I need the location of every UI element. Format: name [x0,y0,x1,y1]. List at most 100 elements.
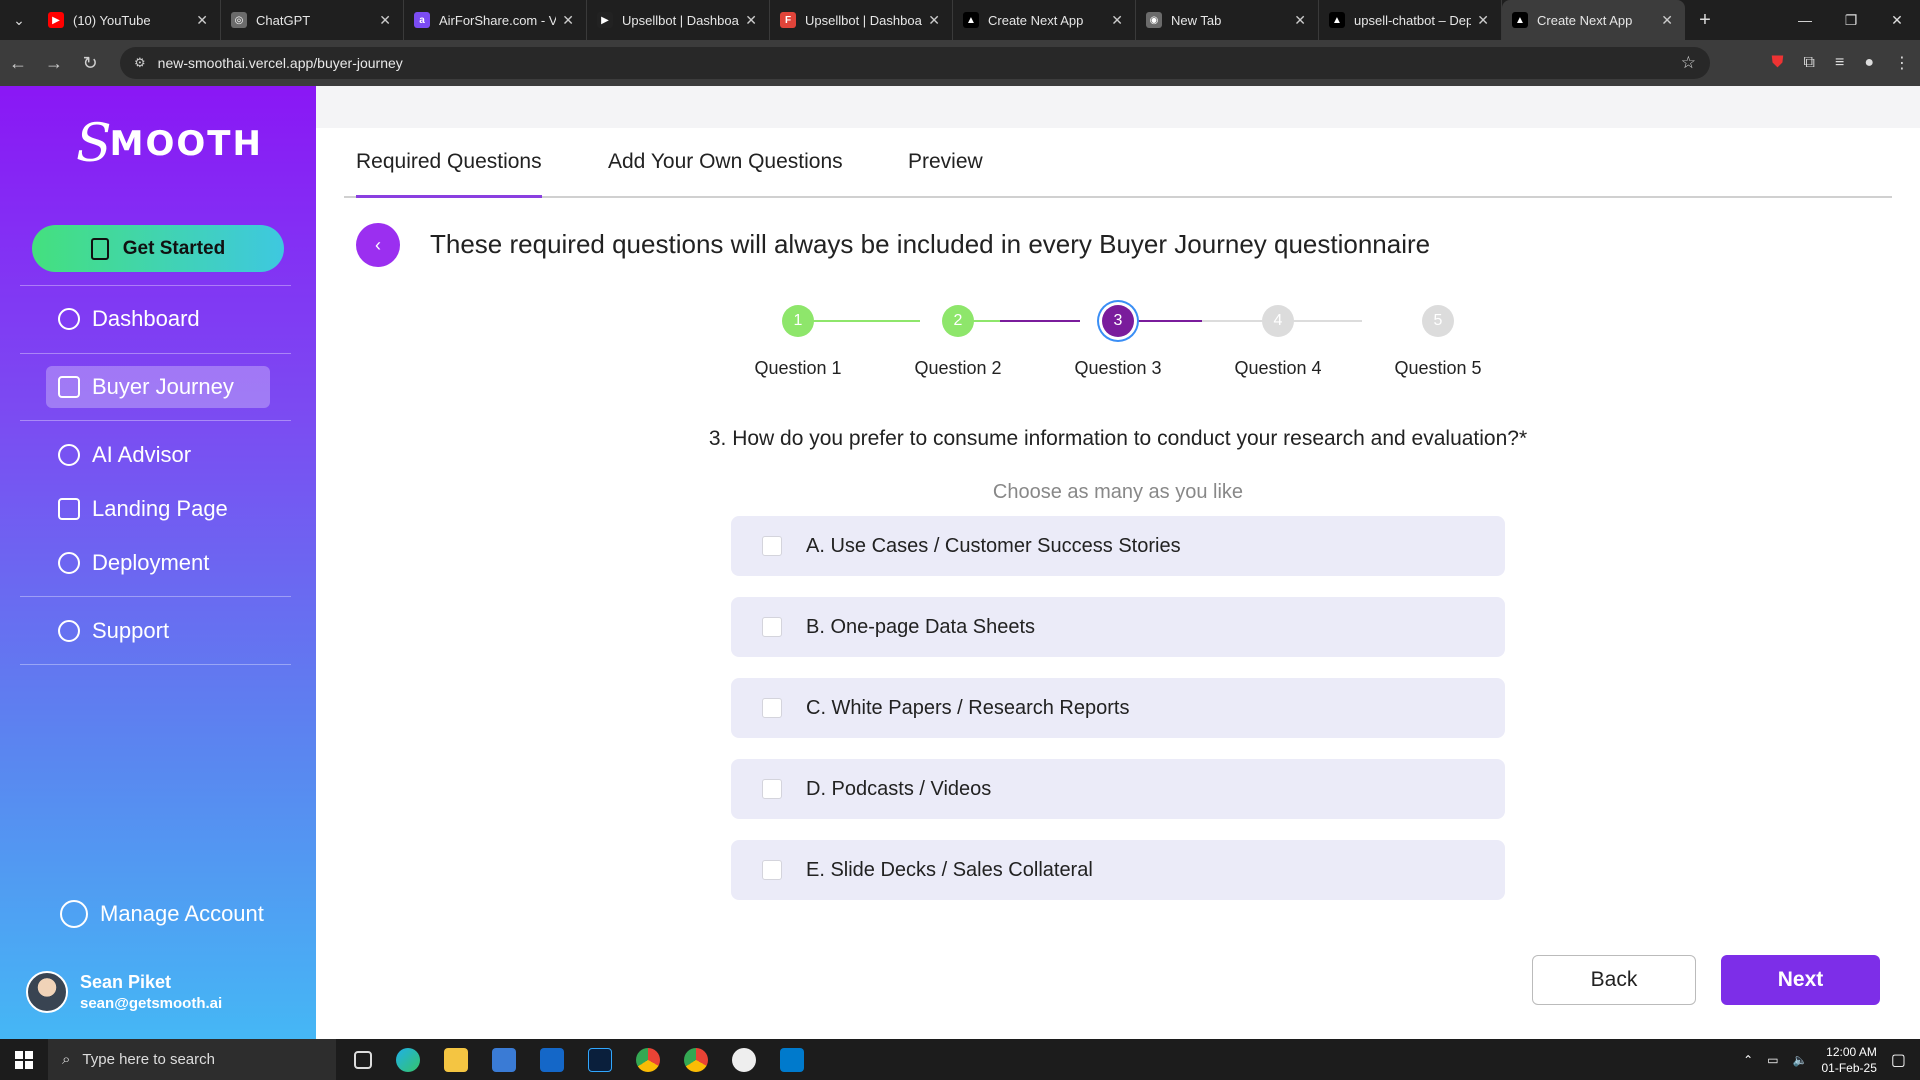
volume-icon[interactable]: 🔈 [1793,1053,1808,1067]
taskbar-search[interactable]: ⌕ Type here to search [48,1039,336,1080]
get-started-button[interactable]: Get Started [32,225,284,272]
store-icon[interactable] [492,1047,516,1072]
vscode-icon[interactable] [780,1047,804,1072]
new-tab-button[interactable]: + [1685,9,1725,32]
clock[interactable]: 12:00 AM 01-Feb-25 [1822,1044,1877,1076]
close-icon[interactable]: ✕ [1111,12,1123,29]
step-3[interactable]: 3 [1102,305,1134,337]
document-icon [90,237,109,260]
back-button[interactable]: Back [1532,955,1696,1005]
manage-account-link[interactable]: Manage Account [60,900,264,928]
url-bar[interactable]: ⚙ new-smoothai.vercel.app/buyer-journey … [120,47,1710,79]
browser-tab-active[interactable]: ▲ Create Next App ✕ [1502,0,1685,40]
checkbox[interactable] [762,779,782,799]
step-label: Question 5 [1394,358,1482,378]
handshake-icon [58,376,80,398]
close-icon[interactable]: ✕ [562,12,574,29]
step-5[interactable]: 5 [1422,305,1454,337]
tab-add-your-own-questions[interactable]: Add Your Own Questions [608,150,843,174]
user-email: sean@getsmooth.ai [80,995,223,1012]
tab-required-questions[interactable]: Required Questions [356,150,542,198]
close-icon[interactable]: ✕ [745,12,757,29]
option-b[interactable]: B. One-page Data Sheets [731,597,1505,657]
step-2[interactable]: 2 [942,305,974,337]
minimize-icon[interactable]: — [1782,0,1828,40]
nav-buyer-journey[interactable]: Buyer Journey [46,366,270,408]
chevron-up-icon[interactable]: ⌃ [1743,1053,1753,1067]
checkbox[interactable] [762,536,782,556]
step-connector [1282,320,1362,322]
browser-tab[interactable]: ◎ ChatGPT ✕ [221,0,404,40]
nav-deployment[interactable]: Deployment [46,542,270,584]
option-e[interactable]: E. Slide Decks / Sales Collateral [731,840,1505,900]
edge-icon[interactable] [396,1047,420,1072]
close-window-icon[interactable]: ✕ [1874,0,1920,40]
browser-tab[interactable]: ▲ upsell-chatbot – Dep ✕ [1319,0,1502,40]
profile-icon[interactable]: ● [1864,54,1874,72]
extensions-icon[interactable]: ⧉ [1804,54,1815,72]
close-icon[interactable]: ✕ [196,12,208,29]
question-hint: Choose as many as you like [992,481,1244,503]
user-profile[interactable]: Sean Piket sean@getsmooth.ai [26,971,222,1013]
window-controls: — ❐ ✕ [1782,0,1920,40]
url-text[interactable]: new-smoothai.vercel.app/buyer-journey [158,55,403,71]
option-a[interactable]: A. Use Cases / Customer Success Stories [731,516,1505,576]
sidebar: SMOOTH Get Started Dashboard Buyer Journ… [0,86,316,1039]
step-4[interactable]: 4 [1262,305,1294,337]
close-icon[interactable]: ✕ [1294,12,1306,29]
question-tabs: Required Questions Add Your Own Question… [344,128,1892,198]
close-icon[interactable]: ✕ [1477,12,1489,29]
chrome-alt-icon[interactable] [732,1047,756,1072]
outlook-icon[interactable] [540,1047,564,1072]
chrome-profile-icon[interactable] [684,1047,708,1072]
tab-preview[interactable]: Preview [908,150,983,174]
media-icon[interactable]: ≡ [1835,54,1844,72]
next-button[interactable]: Next [1721,955,1880,1005]
ublock-icon[interactable]: ⛊ [1772,54,1784,72]
user-name: Sean Piket [80,972,172,992]
chrome-icon[interactable] [636,1047,660,1072]
chatgpt-icon: ◎ [231,12,247,28]
back-arrow-icon[interactable]: ← [0,53,36,74]
site-info-icon[interactable]: ⚙ [134,55,146,71]
search-icon: ⌕ [62,1051,71,1068]
step-label: Question 3 [1074,358,1162,378]
back-chevron-button[interactable]: ‹ [356,223,400,267]
menu-dots-icon[interactable]: ⋮ [1894,53,1910,73]
nav-support[interactable]: Support [46,610,270,652]
youtube-icon: ▶ [48,12,64,28]
reload-icon[interactable]: ↻ [72,53,108,74]
forward-arrow-icon[interactable]: → [36,53,72,74]
vercel-icon: ▲ [1512,12,1528,28]
close-icon[interactable]: ✕ [1661,12,1673,29]
browser-tab[interactable]: ▶ Upsellbot | Dashboa ✕ [587,0,770,40]
option-d[interactable]: D. Podcasts / Videos [731,759,1505,819]
bookmark-star-icon[interactable]: ☆ [1681,53,1696,73]
file-explorer-icon[interactable] [444,1047,468,1072]
divider [20,353,291,354]
smooth-logo[interactable]: SMOOTH [76,108,263,174]
browser-tab[interactable]: F Upsellbot | Dashboa ✕ [770,0,953,40]
chrome-icon: ◉ [1146,12,1162,28]
browser-tab[interactable]: ▲ Create Next App ✕ [953,0,1136,40]
taskbar-apps [354,1047,804,1072]
browser-tab[interactable]: ◉ New Tab ✕ [1136,0,1319,40]
nav-dashboard[interactable]: Dashboard [46,298,270,340]
step-1[interactable]: 1 [782,305,814,337]
close-icon[interactable]: ✕ [928,12,940,29]
address-bar-row: ← → ↻ ⚙ new-smoothai.vercel.app/buyer-jo… [0,40,1920,86]
checkbox[interactable] [762,860,782,880]
close-icon[interactable]: ✕ [379,12,391,29]
browser-tab[interactable]: a AirForShare.com - Vi ✕ [404,0,587,40]
checkbox[interactable] [762,617,782,637]
restore-icon[interactable]: ❐ [1828,0,1874,40]
checkbox[interactable] [762,698,782,718]
photoshop-icon[interactable] [588,1047,612,1072]
tab-search-icon[interactable]: ⌄ [0,0,38,40]
option-c[interactable]: C. White Papers / Research Reports [731,678,1505,738]
task-view-icon[interactable] [354,1050,372,1069]
network-icon[interactable]: ▭ [1767,1053,1778,1067]
windows-start-icon[interactable] [0,1039,48,1080]
notifications-icon[interactable]: ▢ [1891,1050,1906,1070]
browser-tab[interactable]: ▶ (10) YouTube ✕ [38,0,221,40]
